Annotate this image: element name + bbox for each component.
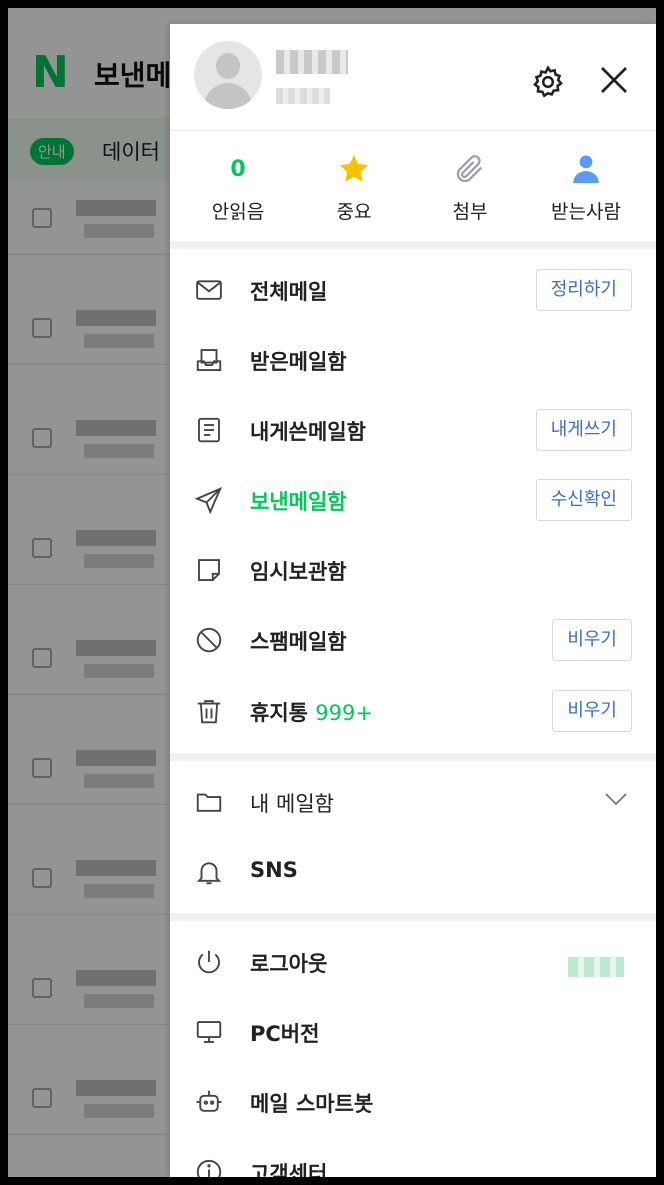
trash-count-badge: 999+ (315, 701, 373, 725)
folder-icon (196, 793, 222, 812)
menu-label: 로그아웃 (250, 952, 328, 976)
menu-label: 내게쓴메일함 (250, 420, 366, 444)
menu-drafts[interactable]: 임시보관함 (170, 535, 656, 605)
menu-spam[interactable]: 스팸메일함 비우기 (170, 605, 656, 675)
inbox-icon (196, 349, 222, 371)
menu-label: 받은메일함 (250, 350, 347, 374)
menu-label: 메일 스마트봇 (250, 1092, 374, 1116)
menu-smart-bot[interactable]: 메일 스마트봇 (170, 1067, 656, 1137)
screen: N 보낸메 안내 데이터 0 안읽음 중요 첨부 받는사람 전체메일 정리하기 … (8, 8, 656, 1177)
profile-name-redacted (276, 50, 348, 74)
account-id-redacted (568, 957, 624, 977)
quick-label: 안읽음 (211, 201, 265, 223)
menu-label: PC버전 (250, 1022, 320, 1046)
info-icon (196, 1159, 222, 1177)
monitor-icon (196, 1021, 222, 1043)
close-icon[interactable] (598, 64, 630, 96)
quick-label: 받는사람 (551, 201, 621, 223)
menu-sent[interactable]: 보낸메일함 수신확인 (170, 465, 656, 535)
menu-label: 보낸메일함 (250, 490, 347, 514)
menu-my-folders[interactable]: 내 메일함 (170, 767, 656, 837)
menu-pc-version[interactable]: PC버전 (170, 997, 656, 1067)
menu-label: 전체메일 (250, 280, 328, 304)
write-to-self-button[interactable]: 내게쓰기 (535, 409, 632, 451)
menu-label: 내 메일함 (250, 792, 334, 816)
quick-label: 첨부 (452, 201, 488, 223)
menu-inbox[interactable]: 받은메일함 (170, 325, 656, 395)
menu-help-center[interactable]: 고객센터 (170, 1137, 656, 1177)
robot-icon (196, 1090, 222, 1112)
quick-unread[interactable]: 0 안읽음 (180, 131, 296, 241)
profile-header (170, 24, 656, 131)
avatar[interactable] (194, 41, 262, 109)
menu-label: 휴지통 999+ (250, 697, 373, 727)
gear-icon[interactable] (530, 64, 566, 100)
trash-label: 휴지통 (250, 701, 308, 725)
divider (170, 753, 656, 761)
star-icon (339, 154, 369, 182)
quick-attachment[interactable]: 첨부 (412, 131, 528, 241)
menu-label: SNS (250, 858, 298, 882)
unread-count: 0 (230, 156, 246, 182)
menu-sent-to-self[interactable]: 내게쓴메일함 내게쓰기 (170, 395, 656, 465)
divider (170, 913, 656, 921)
power-icon (198, 950, 220, 974)
quick-important[interactable]: 중요 (296, 131, 412, 241)
divider (170, 241, 656, 249)
quick-recipient[interactable]: 받는사람 (528, 131, 644, 241)
menu-all-mail[interactable]: 전체메일 정리하기 (170, 255, 656, 325)
paper-plane-icon (194, 486, 223, 515)
quick-label: 중요 (336, 201, 372, 223)
menu-trash[interactable]: 휴지통 999+ 비우기 (170, 676, 656, 746)
paperclip-icon (456, 155, 483, 183)
block-icon (196, 627, 222, 653)
profile-id-redacted (276, 88, 330, 104)
person-icon (573, 155, 599, 184)
empty-spam-button[interactable]: 비우기 (552, 619, 632, 661)
menu-label: 임시보관함 (250, 560, 347, 584)
empty-trash-button[interactable]: 비우기 (552, 690, 632, 732)
bell-icon (196, 862, 222, 885)
organize-button[interactable]: 정리하기 (535, 269, 632, 311)
menu-label: 고객센터 (250, 1162, 328, 1177)
document-icon (198, 417, 220, 443)
trash-icon (197, 700, 221, 724)
menu-sns[interactable]: SNS (170, 837, 656, 907)
menu-label: 스팸메일함 (250, 630, 347, 654)
menu-logout[interactable]: 로그아웃 (170, 927, 656, 997)
note-icon (198, 559, 220, 581)
read-receipt-button[interactable]: 수신확인 (535, 479, 632, 521)
side-drawer: 0 안읽음 중요 첨부 받는사람 전체메일 정리하기 받은메일함 내게쓴메일함 … (170, 24, 656, 1177)
quick-filters: 0 안읽음 중요 첨부 받는사람 (170, 131, 656, 241)
chevron-down-icon[interactable] (604, 791, 628, 807)
envelope-icon (196, 280, 222, 300)
